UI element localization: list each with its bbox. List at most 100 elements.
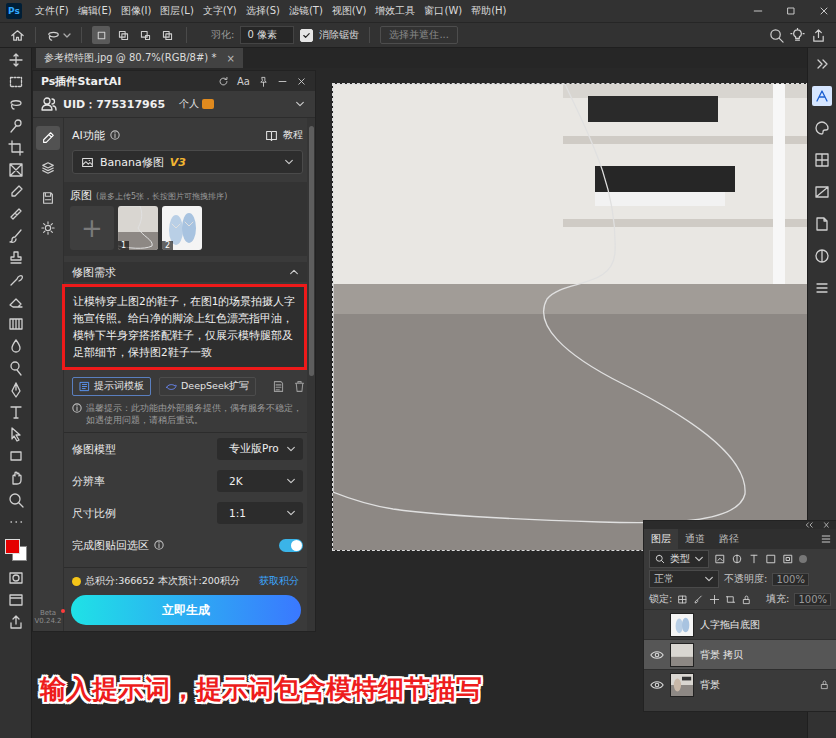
collapse-icon[interactable]	[804, 521, 816, 529]
quick-mask-icon[interactable]	[8, 570, 24, 586]
antialias-checkbox[interactable]	[300, 29, 313, 42]
setting-dropdown[interactable]: 1:1	[217, 502, 303, 524]
nav-button[interactable]	[36, 156, 60, 180]
source-thumbnail[interactable]: 2	[162, 206, 202, 250]
nav-button[interactable]	[36, 216, 60, 240]
layer-row[interactable]: 背景	[644, 669, 836, 699]
lightbulb-icon[interactable]	[790, 28, 805, 43]
menu-item[interactable]: 增效工具	[375, 4, 415, 18]
lock-artboard-icon[interactable]	[725, 594, 736, 605]
frame-icon[interactable]	[8, 162, 24, 178]
document-image[interactable]	[333, 84, 807, 550]
feature-dropdown[interactable]: Banana修图V3	[72, 150, 303, 174]
move-icon[interactable]	[8, 52, 24, 68]
info-icon[interactable]	[154, 540, 164, 550]
home-icon[interactable]	[10, 28, 25, 43]
history-brush-icon[interactable]	[8, 272, 24, 288]
foreground-color-swatch[interactable]	[5, 539, 20, 554]
info-icon[interactable]	[110, 130, 120, 140]
adjustment-filter-icon[interactable]	[731, 553, 743, 565]
add-image-button[interactable]: +	[70, 206, 114, 250]
layer-filter-dropdown[interactable]: 类型	[649, 550, 709, 568]
color-palette-icon[interactable]	[812, 118, 832, 138]
startai-icon[interactable]	[812, 86, 832, 106]
selection-mode-button[interactable]	[114, 26, 132, 44]
menu-item[interactable]: 图层(L)	[160, 4, 193, 18]
source-thumbnail[interactable]: 1	[118, 206, 158, 250]
gradients-icon[interactable]	[812, 182, 832, 202]
document-tab[interactable]: 参考模特图.jpg @ 80.7%(RGB/8#) *×	[36, 48, 243, 68]
layer-row[interactable]: 背景 拷贝	[644, 639, 836, 669]
prompt-textarea[interactable]: 让模特穿上图2的鞋子，在图1的场景拍摄人字拖宣传照。给白净的脚涂上红色漂亮指甲油…	[62, 284, 307, 370]
swatches-icon[interactable]	[812, 150, 832, 170]
panel-grip[interactable]	[644, 521, 836, 529]
path-select-icon[interactable]	[8, 426, 24, 442]
history-icon[interactable]	[272, 380, 285, 393]
minimize-icon[interactable]	[752, 5, 764, 17]
layer-row[interactable]: 人字拖白底图	[644, 609, 836, 639]
brush-icon[interactable]	[8, 228, 24, 244]
type-icon[interactable]	[8, 404, 24, 420]
tutorial-link[interactable]: 教程	[283, 128, 303, 142]
adjustments-icon[interactable]	[812, 246, 832, 266]
marquee-icon[interactable]	[8, 74, 24, 90]
select-and-mask-button[interactable]: 选择并遮住...	[380, 26, 458, 44]
blur-icon[interactable]	[8, 338, 24, 354]
smart-filter-icon[interactable]	[782, 553, 794, 565]
menu-item[interactable]: 视图(V)	[332, 4, 367, 18]
pin-icon[interactable]	[258, 76, 269, 87]
refresh-icon[interactable]	[218, 76, 229, 87]
lasso-icon[interactable]	[8, 96, 24, 112]
lock-pixels-icon[interactable]	[677, 594, 688, 605]
opacity-value[interactable]: 100%	[772, 573, 809, 586]
lock-icon[interactable]	[819, 679, 830, 690]
healing-icon[interactable]	[8, 206, 24, 222]
layers-tab[interactable]: 通道	[678, 529, 712, 549]
close-icon[interactable]	[296, 76, 307, 87]
selection-mode-button[interactable]	[158, 26, 176, 44]
scrollbar-thumb[interactable]	[309, 126, 314, 376]
scrollbar[interactable]	[307, 118, 315, 631]
chevron-down-icon[interactable]	[295, 99, 305, 109]
prompt-tool-button[interactable]: 提示词模板	[72, 377, 151, 396]
gradient-icon[interactable]	[8, 316, 24, 332]
selection-mode-button[interactable]	[136, 26, 154, 44]
libraries-icon[interactable]	[812, 214, 832, 234]
pen-icon[interactable]	[8, 382, 24, 398]
visibility-toggle[interactable]	[650, 618, 664, 632]
shape-filter-icon[interactable]	[765, 553, 777, 565]
lock-paint-icon[interactable]	[693, 594, 704, 605]
type-filter-icon[interactable]	[748, 553, 760, 565]
lock-all-icon[interactable]	[741, 594, 752, 605]
pixel-filter-icon[interactable]	[714, 553, 726, 565]
user-row[interactable]: UID：775317965个人	[33, 91, 315, 118]
visibility-toggle[interactable]	[650, 648, 664, 662]
menu-item[interactable]: 滤镜(T)	[289, 4, 323, 18]
prompt-section-header[interactable]: 修图需求	[64, 262, 307, 282]
menu-item[interactable]: 选择(S)	[246, 4, 280, 18]
dodge-icon[interactable]	[8, 360, 24, 376]
screen-mode-icon[interactable]	[8, 592, 24, 608]
font-size-button[interactable]: Aa	[237, 76, 250, 87]
nav-button[interactable]	[36, 186, 60, 210]
rectangle-icon[interactable]	[8, 448, 24, 464]
zoom-icon[interactable]	[8, 492, 24, 508]
quick-select-icon[interactable]	[8, 118, 24, 134]
eraser-icon[interactable]	[8, 294, 24, 310]
stamp-icon[interactable]	[8, 250, 24, 266]
more-tools-icon[interactable]	[8, 514, 24, 530]
fill-value[interactable]: 100%	[794, 593, 831, 606]
trash-icon[interactable]	[293, 380, 306, 393]
blend-mode-dropdown[interactable]: 正常	[649, 570, 719, 588]
lasso-icon[interactable]	[46, 28, 61, 43]
nav-button[interactable]	[36, 126, 60, 150]
maximize-icon[interactable]	[785, 5, 797, 17]
minimize-icon[interactable]	[277, 76, 288, 87]
photoshop-logo[interactable]: Ps	[6, 3, 22, 19]
eyedropper-icon[interactable]	[8, 184, 24, 200]
antialias-label[interactable]: 消除锯齿	[319, 28, 359, 42]
selection-mode-button[interactable]	[92, 26, 110, 44]
hand-icon[interactable]	[8, 470, 24, 486]
feather-input[interactable]: 0 像素	[240, 26, 294, 44]
search-icon[interactable]	[769, 28, 784, 43]
